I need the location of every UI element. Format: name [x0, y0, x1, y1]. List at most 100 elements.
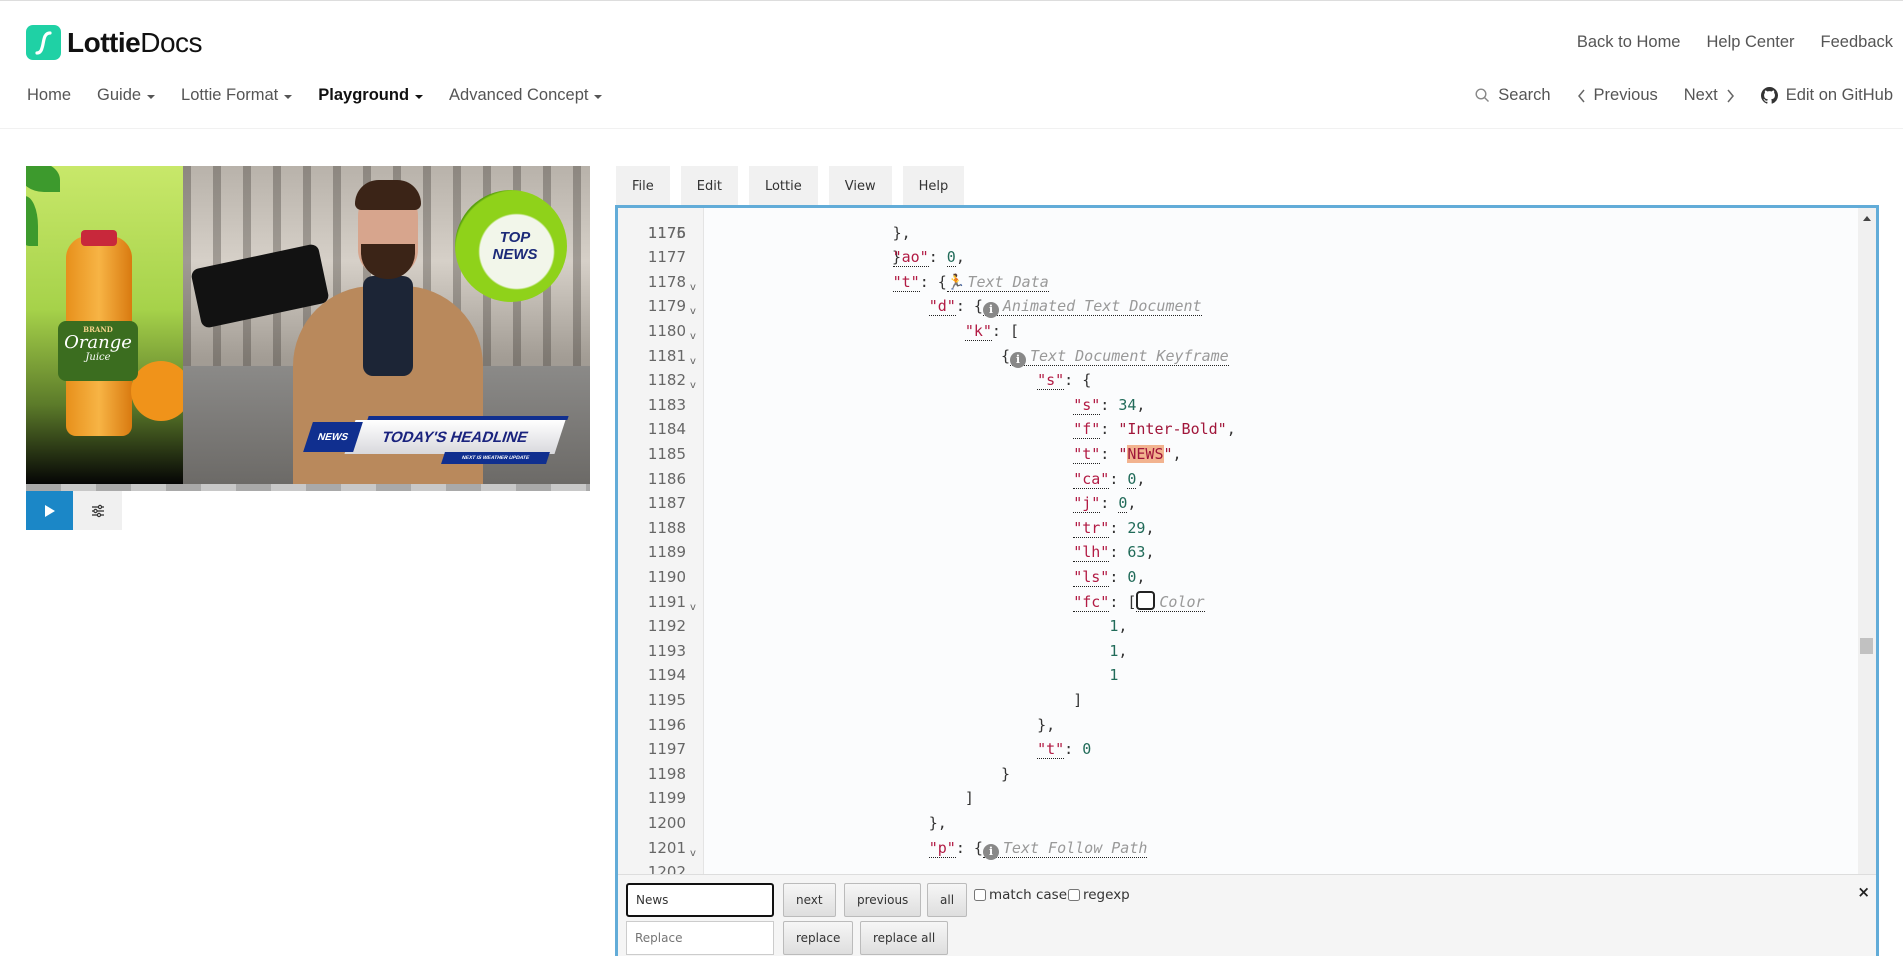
caret-down-icon	[594, 94, 603, 99]
sliders-icon	[91, 504, 104, 517]
badge-line-1: TOP	[499, 229, 531, 246]
caret-down-icon	[147, 94, 156, 99]
find-input[interactable]	[626, 883, 774, 917]
line-text: "j": 0,	[1073, 494, 1137, 514]
code-line: 1196},	[618, 713, 1861, 738]
line-number: 1193	[647, 641, 686, 660]
lottiedocs-logo[interactable]: LottieDocs	[26, 25, 203, 60]
line-number: 1180	[647, 322, 686, 340]
code-line: 1194 1	[618, 663, 1861, 688]
replace-input[interactable]	[626, 921, 774, 955]
line-number: 1201	[647, 838, 686, 857]
edit-on-github-link[interactable]: Edit on GitHub	[1760, 86, 1893, 105]
match-case-checkbox[interactable]	[974, 889, 986, 901]
regexp-checkbox[interactable]	[1068, 889, 1080, 901]
code-line: 1191 v "fc": [Color	[618, 590, 1861, 615]
nav-item-guide[interactable]: Guide	[97, 86, 156, 105]
nav-label: Lottie Format	[181, 86, 279, 104]
close-search-icon[interactable]: ×	[1857, 883, 1870, 901]
timeline-scrubber[interactable]	[26, 484, 590, 491]
line-text: "tr": 29,	[1073, 518, 1155, 538]
line-number: 1202	[647, 863, 686, 874]
code-line: 1193 1,	[618, 639, 1861, 664]
search-button[interactable]: Search	[1475, 86, 1551, 105]
code-line: 1183 "s": 34,	[618, 393, 1861, 418]
menu-lottie[interactable]: Lottie	[748, 166, 818, 206]
bottle-cap	[81, 230, 117, 246]
scroll-up-arrow-icon[interactable]	[1863, 216, 1871, 221]
vertical-scrollbar[interactable]	[1858, 208, 1876, 874]
match-case-option[interactable]: match case	[974, 887, 1067, 903]
line-number: 1187	[647, 494, 686, 513]
play-button[interactable]	[26, 491, 73, 530]
nav-item-advanced-concept[interactable]: Advanced Concept	[449, 86, 603, 105]
play-icon	[44, 504, 55, 517]
sub-text: NEXT IS WEATHER UPDATE	[460, 455, 531, 461]
line-number: 1178	[647, 272, 686, 291]
feedback-link[interactable]: Feedback	[1821, 33, 1893, 52]
code-line: 1192 1,	[618, 614, 1861, 639]
code-line: 1201 v "p": {i Text Follow Path	[618, 836, 1861, 861]
code-line: 1185 "t": "NEWS",	[618, 442, 1861, 467]
next-label: Next	[1683, 86, 1718, 104]
line-text: {i Text Document Keyframe	[1000, 346, 1229, 368]
menu-help[interactable]: Help	[902, 166, 965, 206]
nav-item-lottie-format[interactable]: Lottie Format	[181, 86, 293, 105]
code-area[interactable]: 1175 } 1176}, 1177 "ao": 0, 1178 v "t": {🏃 Tex…	[618, 208, 1861, 874]
json-editor[interactable]: 1175 } 1176}, 1177 "ao": 0, 1178 v "t": {🏃 Tex…	[615, 205, 1879, 956]
github-icon	[1760, 87, 1778, 104]
logo-text: LottieDocs	[67, 26, 203, 58]
line-number: 1176	[647, 223, 686, 242]
find-all-button[interactable]: all	[927, 883, 968, 917]
replace-all-button[interactable]: replace all	[860, 921, 949, 955]
line-text: "ls": 0,	[1073, 568, 1146, 587]
menu-view[interactable]: View	[828, 166, 892, 206]
line-number: 1181	[647, 346, 686, 365]
scrollbar-thumb[interactable]	[1860, 638, 1873, 654]
previous-button[interactable]: Previous	[1577, 86, 1658, 105]
next-button[interactable]: Next	[1684, 86, 1735, 105]
nav-item-playground[interactable]: Playground	[318, 86, 424, 105]
nav-right: Search Previous Next Edit on GitHub	[1475, 86, 1893, 105]
lower-third-sub: NEXT IS WEATHER UPDATE	[441, 452, 550, 464]
line-number: 1195	[647, 691, 686, 709]
leaf-decoration	[26, 196, 38, 246]
search-icon	[1475, 88, 1490, 102]
nav-label: Guide	[97, 86, 142, 104]
code-line: 1187 "j": 0,	[618, 491, 1861, 516]
line-text: "t": 0	[1037, 740, 1092, 760]
lower-third: TODAY'S HEADLINE NEWS NEXT IS WEATHER UP…	[303, 416, 569, 466]
find-previous-button[interactable]: previous	[844, 883, 922, 917]
animation-preview[interactable]: BRAND Orange Juice TOP NEWS TODAY'S HEAD…	[26, 166, 590, 491]
line-text: "s": 34,	[1073, 395, 1146, 415]
nav-item-home[interactable]: Home	[27, 86, 71, 105]
line-number: 1200	[647, 814, 686, 832]
help-center-link[interactable]: Help Center	[1706, 33, 1794, 52]
line-text: "d": {i Animated Text Document	[928, 297, 1202, 319]
line-text: },	[1037, 715, 1056, 734]
line-number: 1183	[647, 395, 686, 414]
line-number: 1194	[647, 666, 686, 685]
line-number: 1182	[647, 371, 686, 390]
juice-ad-panel: BRAND Orange Juice	[26, 166, 191, 484]
code-line: 1175 }	[618, 208, 1861, 267]
find-next-button[interactable]: next	[783, 883, 836, 917]
line-text: "p": {i Text Follow Path	[928, 838, 1148, 860]
chevron-right-icon	[1727, 89, 1734, 102]
logo-mark-icon	[26, 25, 61, 60]
regexp-option[interactable]: regexp	[1068, 887, 1130, 903]
menu-edit[interactable]: Edit	[680, 166, 738, 206]
reporter-sweater	[363, 276, 413, 376]
lower-third-tag: NEWS	[303, 422, 363, 452]
caret-down-icon	[415, 94, 424, 99]
player-settings-button[interactable]	[73, 491, 122, 530]
back-to-home-link[interactable]: Back to Home	[1577, 33, 1681, 52]
code-line: 1177 "ao": 0,	[618, 245, 1861, 270]
line-number: 1184	[647, 420, 686, 439]
line-text: "ao": 0,	[892, 248, 965, 268]
nav-label: Playground	[318, 86, 410, 104]
top-news-badge: TOP NEWS	[455, 190, 567, 302]
replace-button[interactable]: replace	[783, 921, 854, 955]
line-number: 1188	[647, 518, 686, 537]
menu-file[interactable]: File	[616, 166, 670, 206]
